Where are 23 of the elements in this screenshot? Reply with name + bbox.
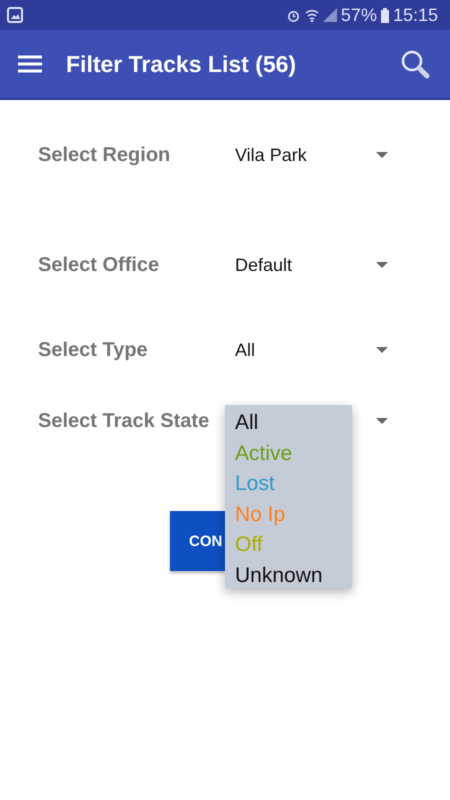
caret-icon[interactable] [376, 347, 388, 353]
spinner-value[interactable]: Default [235, 254, 376, 276]
spinner-value[interactable]: Vila Park [235, 144, 376, 166]
confirm-button[interactable]: CON [170, 511, 225, 571]
image-icon [7, 7, 23, 23]
filter-label: Select Region [38, 144, 172, 166]
caret-icon[interactable] [376, 418, 388, 424]
menu-icon[interactable] [18, 55, 42, 73]
wifi-icon [304, 8, 319, 22]
caret-icon[interactable] [376, 262, 388, 268]
filter-label: Select Track State [38, 410, 210, 432]
filter-label: Select Office [38, 254, 160, 276]
battery-icon [380, 8, 389, 22]
toolbar-title: Filter Tracks List (56) [66, 50, 298, 78]
clock: 15:15 [392, 4, 438, 26]
search-icon[interactable] [400, 49, 430, 79]
spinner-value[interactable]: All [235, 340, 376, 360]
filter-label: Select Type [38, 338, 149, 362]
dropdown-option[interactable]: All [235, 408, 352, 438]
dropdown-option[interactable]: Unknown [235, 560, 352, 591]
caret-icon[interactable] [376, 152, 388, 158]
battery-level: 57% [340, 4, 377, 26]
signal-icon [322, 8, 337, 22]
